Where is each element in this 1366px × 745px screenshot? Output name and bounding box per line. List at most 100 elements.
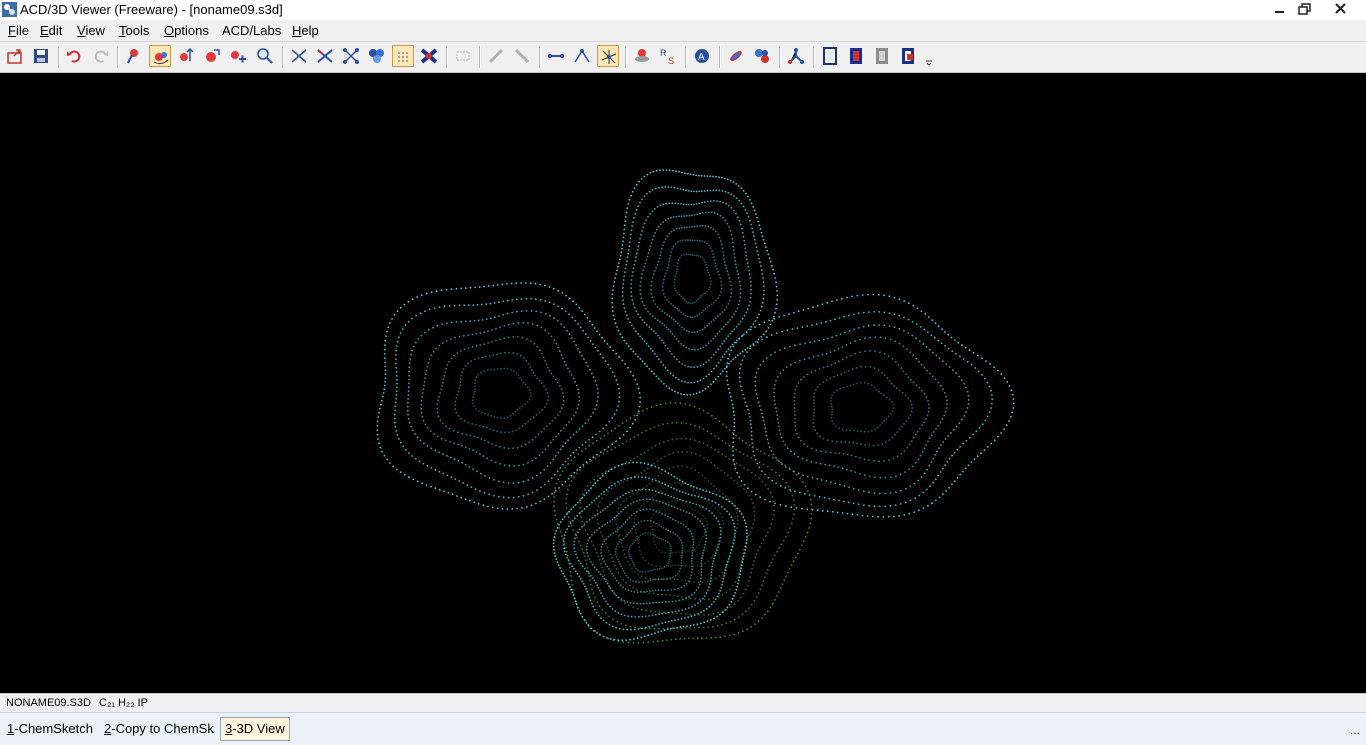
3d-viewport[interactable] (0, 73, 1366, 693)
toolbar-separator (813, 46, 815, 68)
film-gray-button[interactable] (871, 45, 893, 67)
svg-text:R: R (660, 48, 667, 58)
measure-angle-button[interactable] (511, 45, 533, 67)
atom-label-icon: A (695, 49, 709, 63)
bond-button[interactable] (545, 45, 567, 67)
rotate-button[interactable] (149, 45, 171, 67)
menu-tools[interactable]: Tools (119, 22, 149, 39)
save-icon (34, 49, 48, 63)
menu-file[interactable]: File (8, 22, 29, 39)
film-red-button[interactable] (897, 45, 919, 67)
film-red-icon (902, 48, 914, 64)
app-icon[interactable] (2, 2, 17, 17)
frame-button[interactable] (819, 45, 841, 67)
window-title: ACD/3D Viewer (Freeware) - [noname09.s3d… (20, 2, 283, 17)
dot-surface-button[interactable] (392, 45, 414, 67)
svg-text:A: A (698, 52, 705, 63)
move-button[interactable] (175, 45, 197, 67)
select-atom-button[interactable] (122, 45, 144, 67)
spacefill-button[interactable] (366, 45, 388, 67)
menu-edit[interactable]: Edit (40, 22, 62, 39)
vdw-icon (420, 48, 438, 64)
zoom-icon (257, 48, 273, 64)
menu-acdlabs[interactable]: ACD/Labs (222, 22, 281, 39)
wireframe-button[interactable] (288, 45, 310, 67)
measure-angle-icon (514, 48, 530, 64)
toolbar-separator (117, 46, 119, 68)
toolbar-overflow-button[interactable] (923, 45, 935, 67)
toolbar: RS A (0, 42, 1366, 73)
atom-label-button[interactable]: A (691, 45, 713, 67)
chevron-down-icon (926, 60, 932, 65)
scale-button[interactable] (201, 45, 223, 67)
select-atom-icon (127, 49, 138, 64)
menu-help[interactable]: Help (292, 22, 319, 39)
sticks-button[interactable] (314, 45, 336, 67)
orbital-icon (730, 50, 742, 62)
torsion-icon (601, 50, 617, 64)
toolbar-separator (446, 46, 448, 68)
surface-lobe (376, 282, 641, 510)
svg-text:S: S (668, 56, 674, 65)
conformation-button[interactable] (751, 45, 773, 67)
dot-surface-icon (398, 52, 408, 62)
task-3d-view[interactable]: 3-3D View (220, 717, 290, 741)
rotate-icon (153, 52, 169, 65)
fragment-button[interactable] (785, 45, 807, 67)
ball-stick-button[interactable] (340, 45, 362, 67)
task-switcher: 1-ChemSketch 2-Copy to ChemSk 3-3D View … (0, 712, 1366, 745)
menu-options[interactable]: Options (164, 22, 209, 39)
move-icon (180, 47, 194, 61)
torsion-button[interactable] (597, 45, 619, 67)
disabled-button[interactable] (452, 45, 474, 67)
angle-button[interactable] (571, 45, 593, 67)
wireframe-icon (291, 49, 307, 63)
taskbar-more[interactable]: ... (1350, 723, 1360, 737)
status-formula: C₂₁ H₂₂ IP (99, 697, 148, 709)
molecule-dot-surface (376, 169, 1015, 644)
toolbar-separator (479, 46, 481, 68)
ball-stick-icon (343, 48, 359, 64)
sticks-icon (317, 49, 333, 63)
rs-stereo-button[interactable]: RS (657, 45, 679, 67)
menu-view[interactable]: View (77, 22, 105, 39)
angle-icon (574, 49, 590, 63)
open-icon (7, 49, 22, 64)
vdw-button[interactable] (418, 45, 440, 67)
status-bar: NONAME09.S3D C₂₁ H₂₂ IP (0, 693, 1366, 713)
task-chemsketch[interactable]: 1-ChemSketch (3, 717, 97, 741)
surface-lobe (553, 402, 813, 644)
translate-icon (231, 51, 246, 63)
measure-distance-button[interactable] (485, 45, 507, 67)
toolbar-separator (779, 46, 781, 68)
optimize-icon (635, 49, 649, 62)
toolbar-separator (282, 46, 284, 68)
measure-distance-icon (488, 48, 504, 64)
minimize-button[interactable] (1268, 1, 1292, 18)
restore-icon (1298, 3, 1311, 15)
task-copy-to-chemsketch[interactable]: 2-Copy to ChemSk (100, 717, 218, 741)
optimize-button[interactable] (631, 45, 653, 67)
toolbar-separator (719, 46, 721, 68)
surface-lobe (552, 461, 748, 642)
frame-icon (823, 47, 837, 65)
title-bar: ACD/3D Viewer (Freeware) - [noname09.s3d… (0, 0, 1366, 20)
disabled-icon (456, 51, 470, 61)
translate-button[interactable] (227, 45, 249, 67)
toolbar-separator (58, 46, 60, 68)
undo-button[interactable] (63, 45, 85, 67)
zoom-button[interactable] (254, 45, 276, 67)
toolbar-separator (539, 46, 541, 68)
toolbar-separator (685, 46, 687, 68)
film-gray-icon (876, 48, 888, 64)
film-button[interactable] (845, 45, 867, 67)
redo-button[interactable] (90, 45, 112, 67)
save-button[interactable] (30, 45, 52, 67)
open-button[interactable] (4, 45, 26, 67)
restore-button[interactable] (1293, 1, 1317, 18)
close-icon (1335, 3, 1346, 14)
orbital-button[interactable] (725, 45, 747, 67)
close-button[interactable] (1329, 1, 1353, 18)
scale-icon (206, 49, 220, 62)
film-icon (850, 48, 862, 64)
